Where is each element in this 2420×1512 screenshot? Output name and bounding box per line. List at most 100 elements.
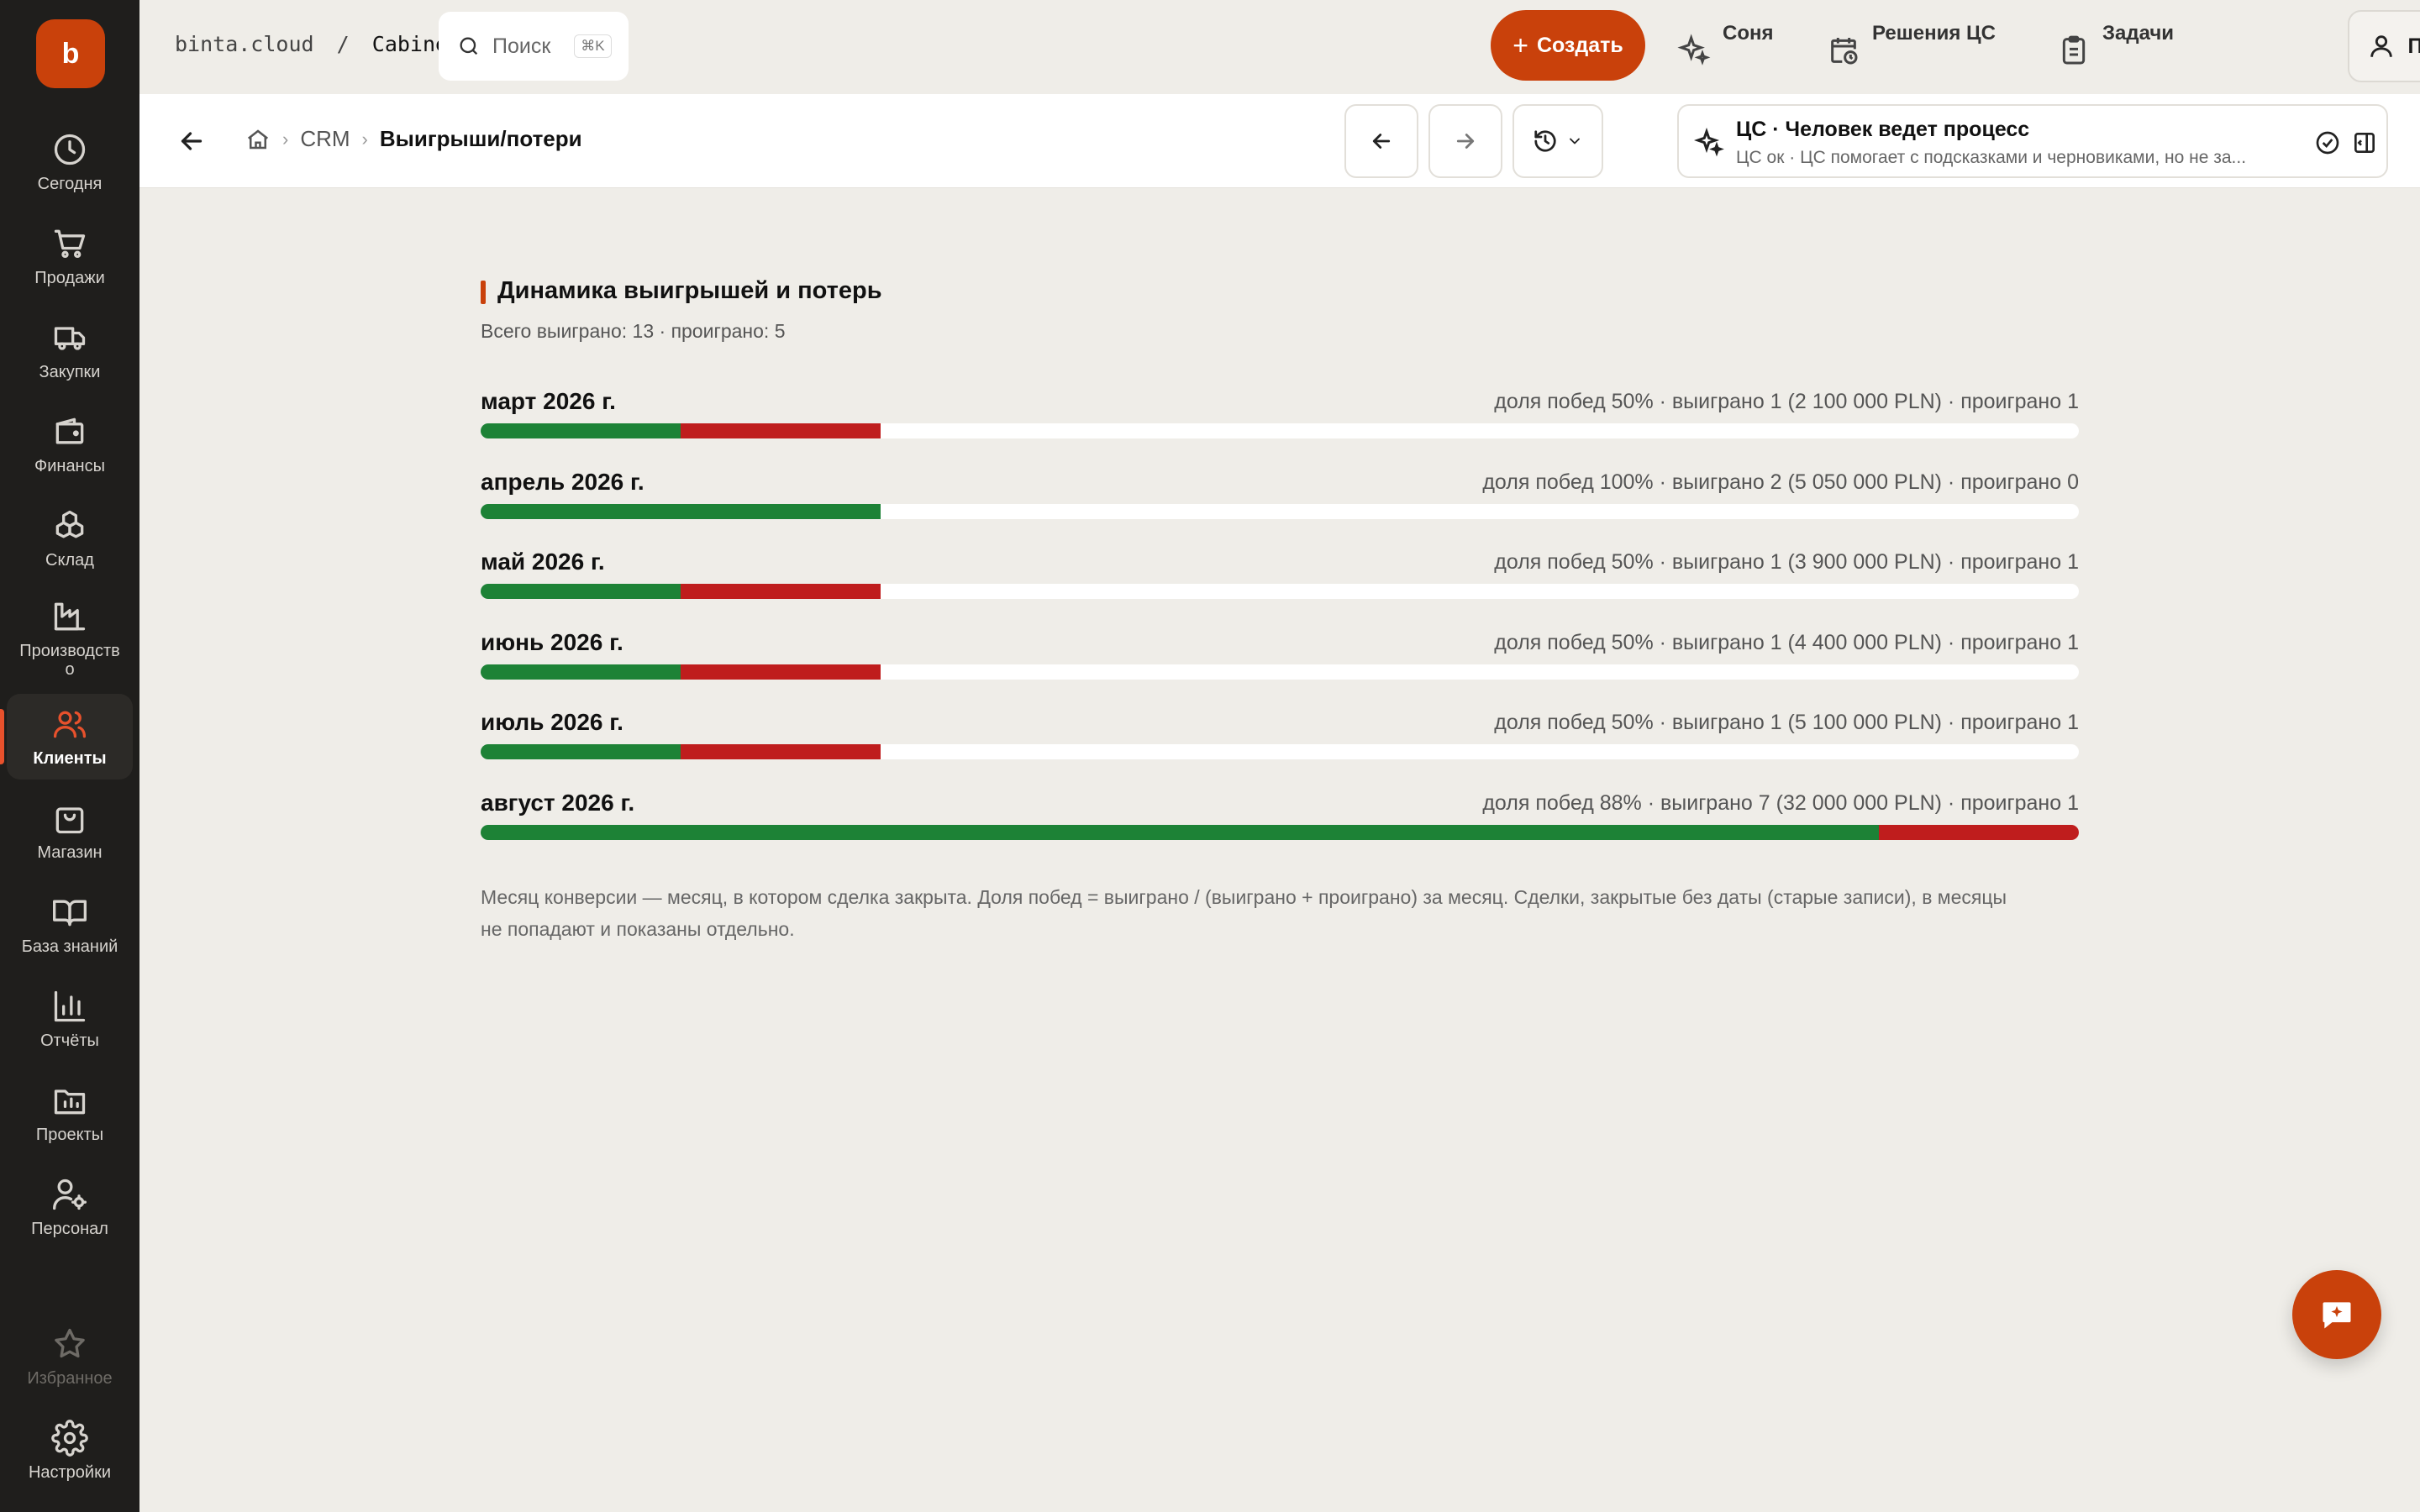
wallet-icon bbox=[55, 417, 84, 444]
ai-status-subtitle: ЦС ок · ЦС помогает с подсказками и черн… bbox=[1736, 148, 2247, 167]
create-button[interactable]: + Создать bbox=[1491, 10, 1645, 81]
chart-row: март 2026 г. доля побед 50% · выиграно 1 … bbox=[481, 388, 2079, 469]
sidebar-item-projects[interactable]: Проекты bbox=[7, 1070, 133, 1156]
check-circle-icon[interactable] bbox=[2314, 129, 2341, 156]
tasks-button[interactable]: Задачи bbox=[2057, 10, 2174, 82]
bar-lost-segment bbox=[680, 664, 881, 680]
row-month-label: апрель 2026 г. bbox=[481, 468, 644, 495]
chat-sparkle-icon bbox=[2323, 1302, 2351, 1329]
bar-chart-icon bbox=[54, 990, 86, 1022]
sidebar-item-label: Сегодня bbox=[37, 175, 103, 193]
history-icon bbox=[1534, 130, 1556, 152]
cs-decisions-button[interactable]: Решения ЦС bbox=[1827, 10, 1996, 82]
page-header: › CRM › Выигрыши/потери ЦС · Человек вед… bbox=[139, 94, 2420, 188]
sidebar-item-label: Производство bbox=[19, 642, 120, 679]
workspace-breadcrumb: binta.cloud / Cabinet bbox=[175, 32, 460, 56]
bar-track bbox=[481, 744, 2079, 759]
create-label: Создать bbox=[1536, 33, 1623, 57]
history-forward-button[interactable] bbox=[1428, 104, 1502, 178]
panel-toggle-icon[interactable] bbox=[2351, 129, 2378, 156]
profile-button[interactable]: Профиль bbox=[2348, 10, 2420, 82]
breadcrumb: › CRM › Выигрыши/потери bbox=[245, 126, 582, 152]
history-menu-button[interactable] bbox=[1512, 104, 1603, 178]
sidebar-item-production[interactable]: Производство bbox=[7, 590, 133, 687]
book-icon bbox=[53, 900, 87, 927]
bar-track bbox=[481, 824, 2079, 840]
sidebar-item-staff[interactable]: Персонал bbox=[7, 1164, 133, 1250]
row-month-label: июль 2026 г. bbox=[481, 709, 623, 735]
arrow-left-icon bbox=[181, 132, 203, 150]
bar-won-segment bbox=[481, 503, 881, 519]
section-note: Месяц конверсии — месяц, в котором сделк… bbox=[481, 886, 2007, 940]
calendar-clock-icon bbox=[1831, 38, 1858, 65]
sidebar-item-settings[interactable]: Настройки bbox=[7, 1408, 133, 1494]
plus-icon: + bbox=[1512, 29, 1528, 60]
bar-track bbox=[481, 503, 2079, 519]
sidebar-item-label: Магазин bbox=[37, 843, 103, 862]
sidebar-item-warehouse[interactable]: Склад bbox=[7, 496, 133, 581]
bar-lost-segment bbox=[680, 584, 881, 599]
user-gear-icon bbox=[53, 1179, 87, 1210]
truck-icon bbox=[54, 327, 86, 350]
chart-row: август 2026 г. доля побед 88% · выиграно … bbox=[481, 790, 2079, 870]
bar-lost-segment bbox=[1879, 824, 2079, 840]
sidebar-item-label: Избранное bbox=[27, 1369, 113, 1388]
bar-track bbox=[481, 664, 2079, 680]
row-stats: доля побед 50% · выиграно 1 (4 400 000 P… bbox=[1494, 630, 2079, 654]
home-icon[interactable] bbox=[245, 127, 271, 152]
ai-status-panel[interactable]: ЦС · Человек ведет процесс ЦС ок · ЦС по… bbox=[1677, 104, 2388, 178]
chat-button[interactable] bbox=[2292, 1270, 2381, 1359]
chart-row: июль 2026 г. доля побед 50% · выиграно 1 … bbox=[481, 709, 2079, 790]
top-bar: binta.cloud / Cabinet Поиск ⌘K + Создать… bbox=[139, 0, 2420, 92]
sidebar-item-finance[interactable]: Финансы bbox=[7, 402, 133, 487]
sidebar-item-favorites[interactable]: Избранное bbox=[7, 1314, 133, 1399]
tool-label: Соня bbox=[1723, 22, 1774, 45]
sidebar-item-purchases[interactable]: Закупки bbox=[7, 307, 133, 393]
sidebar-item-reports[interactable]: Отчёты bbox=[7, 976, 133, 1062]
row-month-label: май 2026 г. bbox=[481, 549, 605, 575]
profile-label: Профиль bbox=[2407, 34, 2420, 58]
bar-track bbox=[481, 584, 2079, 599]
sidebar-item-label: Закупки bbox=[39, 363, 101, 381]
sidebar-item-label: Склад bbox=[45, 551, 94, 570]
breadcrumb-crm[interactable]: CRM bbox=[300, 126, 350, 152]
app-logo[interactable]: b bbox=[36, 19, 105, 88]
sparkles-icon bbox=[1677, 34, 1711, 66]
clipboard-list-icon bbox=[2062, 35, 2086, 65]
row-stats: доля побед 100% · выиграно 2 (5 050 000 … bbox=[1482, 470, 2079, 494]
sonya-assistant-button[interactable]: Соня bbox=[1677, 10, 1774, 82]
sidebar-item-sales[interactable]: Продажи bbox=[7, 213, 133, 299]
sidebar-item-knowledge-base[interactable]: База знаний bbox=[7, 882, 133, 968]
chart-row: июнь 2026 г. доля побед 50% · выиграно 1 … bbox=[481, 629, 2079, 710]
search-placeholder: Поиск bbox=[492, 34, 551, 58]
row-stats: доля побед 88% · выиграно 7 (32 000 000 … bbox=[1482, 790, 2079, 815]
factory-icon bbox=[54, 602, 86, 631]
history-back-button[interactable] bbox=[1344, 104, 1418, 178]
page-title: Выигрыши/потери bbox=[379, 126, 582, 151]
row-stats: доля побед 50% · выиграно 1 (5 100 000 P… bbox=[1494, 711, 2079, 734]
folder-chart-icon bbox=[54, 1089, 86, 1115]
row-month-label: март 2026 г. bbox=[481, 388, 616, 414]
sidebar-item-shop[interactable]: Магазин bbox=[7, 788, 133, 874]
bar-won-segment bbox=[481, 824, 1880, 840]
search-shortcut: ⌘K bbox=[574, 34, 612, 58]
gear-icon bbox=[51, 1420, 88, 1457]
sidebar-item-clients[interactable]: Клиенты bbox=[0, 694, 133, 780]
search-input[interactable]: Поиск ⌘K bbox=[439, 12, 629, 81]
bar-lost-segment bbox=[680, 744, 881, 759]
row-month-label: август 2026 г. bbox=[481, 789, 635, 816]
sidebar-item-label: Настройки bbox=[28, 1463, 112, 1482]
section-title: Динамика выигрышей и потерь bbox=[481, 277, 2079, 305]
sidebar-item-label: Отчёты bbox=[40, 1032, 99, 1050]
back-button[interactable] bbox=[176, 126, 207, 156]
row-month-label: июнь 2026 г. bbox=[481, 628, 623, 655]
bar-won-segment bbox=[481, 664, 681, 680]
tool-label: Задачи bbox=[2102, 22, 2175, 45]
section-subtitle: Всего выиграно: 13 · проиграно: 5 bbox=[481, 320, 786, 342]
site-name[interactable]: binta.cloud bbox=[175, 32, 314, 56]
sidebar-item-label: Клиенты bbox=[33, 749, 107, 768]
sidebar-item-today[interactable]: Сегодня bbox=[7, 119, 133, 205]
bar-won-segment bbox=[481, 584, 681, 599]
chevron-right-icon: › bbox=[361, 128, 368, 150]
win-loss-section: Динамика выигрышей и потерь Всего выигра… bbox=[481, 277, 2079, 945]
